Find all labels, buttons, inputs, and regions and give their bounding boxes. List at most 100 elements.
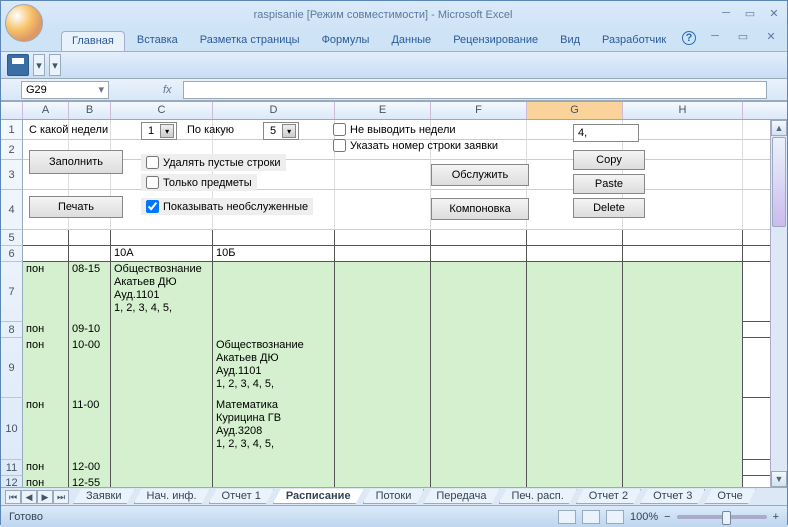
cell[interactable]: 10Б [213, 246, 335, 262]
cell[interactable] [431, 476, 527, 487]
formula-bar[interactable] [183, 81, 767, 99]
cell[interactable] [111, 460, 213, 476]
cell[interactable] [623, 262, 743, 322]
to-week-dropdown[interactable]: 5▾ [263, 122, 299, 140]
sheet-tab[interactable]: Отчет 3 [640, 489, 705, 504]
row-header[interactable]: 1 [1, 120, 23, 140]
minimize-button[interactable]: ─ [717, 7, 735, 23]
cell[interactable] [111, 338, 213, 398]
cell[interactable]: 10-00 [69, 338, 111, 398]
cell[interactable] [623, 476, 743, 487]
cell[interactable] [527, 230, 623, 246]
view-normal-icon[interactable] [558, 510, 576, 524]
cell[interactable] [431, 460, 527, 476]
from-week-dropdown[interactable]: 1▾ [141, 122, 177, 140]
ribbon-tab[interactable]: Разработчик [592, 31, 676, 51]
cell[interactable] [623, 322, 743, 338]
column-header[interactable]: C [111, 102, 213, 119]
cell[interactable] [623, 230, 743, 246]
cell[interactable]: пон [23, 338, 69, 398]
chevron-down-icon[interactable]: ▾ [282, 124, 296, 138]
column-header[interactable]: B [69, 102, 111, 119]
sheet-tab[interactable]: Печ. расп. [499, 489, 577, 504]
cell[interactable] [111, 230, 213, 246]
cell[interactable] [431, 338, 527, 398]
cell[interactable]: 10А [111, 246, 213, 262]
row-header[interactable]: 7 [1, 262, 23, 322]
chevron-down-icon[interactable]: ▾ [160, 124, 174, 138]
cell[interactable] [431, 246, 527, 262]
view-pagebreak-icon[interactable] [606, 510, 624, 524]
cell[interactable]: 12-00 [69, 460, 111, 476]
row-header[interactable]: 2 [1, 140, 23, 160]
scroll-up-icon[interactable]: ▲ [771, 120, 787, 136]
ribbon-tab[interactable]: Главная [61, 31, 125, 51]
copy-button[interactable]: Copy [573, 150, 645, 170]
cell[interactable]: пон [23, 476, 69, 487]
cell[interactable] [335, 262, 431, 322]
column-header[interactable]: H [623, 102, 743, 119]
cell[interactable]: 08-15 [69, 262, 111, 322]
checkbox-icon[interactable] [146, 200, 159, 213]
row-header[interactable]: 4 [1, 190, 23, 230]
number-input[interactable] [573, 124, 639, 142]
cell[interactable] [623, 338, 743, 398]
cell[interactable] [69, 230, 111, 246]
view-layout-icon[interactable] [582, 510, 600, 524]
vertical-scrollbar[interactable]: ▲ ▼ [770, 120, 787, 487]
office-button[interactable] [5, 4, 43, 42]
column-header[interactable]: D [213, 102, 335, 119]
cell[interactable] [213, 230, 335, 246]
restore-button[interactable]: ▭ [741, 7, 759, 23]
zoom-in-icon[interactable]: + [773, 511, 779, 523]
cell[interactable] [431, 262, 527, 322]
sheet-tab[interactable]: Заявки [73, 489, 135, 504]
column-header[interactable]: A [23, 102, 69, 119]
cell[interactable] [335, 460, 431, 476]
help-icon[interactable]: ? [682, 31, 696, 45]
cell[interactable]: пон [23, 322, 69, 338]
sheet-tab[interactable]: Расписание [273, 489, 364, 504]
ribbon-tab[interactable]: Данные [381, 31, 441, 51]
cell[interactable] [23, 230, 69, 246]
cell[interactable] [69, 246, 111, 262]
name-box[interactable]: G29 ▾ [21, 81, 109, 99]
doc-restore-button[interactable]: ▭ [734, 30, 752, 46]
cell[interactable]: Обществознание Акатьев ДЮ Ауд.1101 1, 2,… [213, 338, 335, 398]
cell[interactable] [623, 120, 743, 140]
ribbon-minimize-button[interactable]: ─ [706, 30, 724, 46]
cell[interactable] [335, 230, 431, 246]
cell[interactable] [527, 338, 623, 398]
fx-icon[interactable]: fx [163, 84, 179, 96]
cell[interactable] [23, 246, 69, 262]
cell[interactable] [213, 460, 335, 476]
checkbox-icon[interactable] [333, 139, 346, 152]
cell[interactable] [527, 262, 623, 322]
ribbon-tab[interactable]: Формулы [312, 31, 380, 51]
chk-row-number[interactable]: Указать номер строки заявки [329, 138, 502, 153]
print-button[interactable]: Печать [29, 196, 123, 218]
ribbon-tab[interactable]: Рецензирование [443, 31, 548, 51]
delete-button[interactable]: Delete [573, 198, 645, 218]
cell[interactable]: 11-00 [69, 398, 111, 460]
cell[interactable] [527, 398, 623, 460]
cell[interactable] [111, 398, 213, 460]
cell[interactable]: пон [23, 460, 69, 476]
paste-button[interactable]: Paste [573, 174, 645, 194]
row-header[interactable]: 9 [1, 338, 23, 398]
row-header[interactable]: 11 [1, 460, 23, 476]
cell[interactable] [335, 338, 431, 398]
doc-close-button[interactable]: ✕ [762, 30, 780, 46]
cell[interactable] [335, 160, 431, 190]
cell[interactable] [527, 476, 623, 487]
cell[interactable] [527, 322, 623, 338]
zoom-out-icon[interactable]: − [664, 511, 670, 523]
cell[interactable]: пон [23, 262, 69, 322]
cell[interactable] [623, 398, 743, 460]
ribbon-tab[interactable]: Разметка страницы [190, 31, 310, 51]
cell[interactable] [213, 476, 335, 487]
row-header[interactable]: 12 [1, 476, 23, 487]
cell[interactable]: Обществознание Акатьев ДЮ Ауд.1101 1, 2,… [111, 262, 213, 322]
sheet-tab[interactable]: Потоки [363, 489, 425, 504]
sheet-tab[interactable]: Отчет 1 [209, 489, 274, 504]
